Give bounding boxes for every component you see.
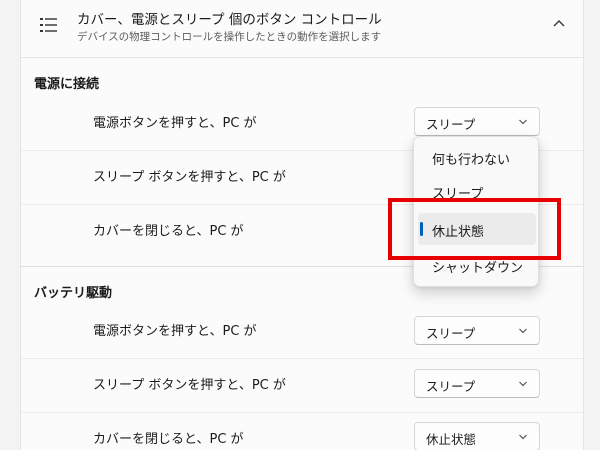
chevron-up-icon[interactable] xyxy=(551,16,567,32)
option-label: スリープ xyxy=(432,187,484,202)
option-label: シャットダウン xyxy=(432,261,524,276)
row-label: 電源ボタンを押すと、PC が xyxy=(93,116,257,131)
option-label: 休止状態 xyxy=(432,225,485,240)
selection-indicator xyxy=(420,222,423,236)
row-battery-power-button: 電源ボタンを押すと、PC が スリープ xyxy=(21,304,583,358)
dropdown-option-sleep[interactable]: スリープ xyxy=(418,175,536,207)
dropdown-menu: 何も行わない スリープ 休止状態 シャットダウン xyxy=(413,136,539,287)
row-label: スリープ ボタンを押すと、PC が xyxy=(93,170,286,185)
power-button-battery-combobox[interactable]: スリープ xyxy=(414,316,540,345)
expander-header[interactable]: カバー、電源とスリープ 個のボタン コントロール デバイスの物理コントロールを操… xyxy=(21,0,583,58)
row-label: 電源ボタンを押すと、PC が xyxy=(93,324,257,339)
combobox-value: スリープ xyxy=(426,326,476,341)
row-label: カバーを閉じると、PC が xyxy=(93,224,244,239)
dropdown-option-hibernate[interactable]: 休止状態 xyxy=(418,213,536,245)
section-title-battery: バッテリ駆動 xyxy=(34,286,113,301)
chevron-down-icon xyxy=(519,381,527,387)
list-icon xyxy=(40,18,57,32)
row-battery-lid-close: カバーを閉じると、PC が 休止状態 xyxy=(21,412,583,450)
dropdown-option-do-nothing[interactable]: 何も行わない xyxy=(418,141,536,173)
combobox-value: スリープ xyxy=(426,379,476,394)
option-label: 何も行わない xyxy=(432,153,511,168)
power-button-plugged-combobox[interactable]: スリープ xyxy=(414,107,540,136)
combobox-value: スリープ xyxy=(426,117,476,132)
row-battery-sleep-button: スリープ ボタンを押すと、PC が スリープ xyxy=(21,358,583,412)
row-label: スリープ ボタンを押すと、PC が xyxy=(93,378,286,393)
lid-close-battery-combobox[interactable]: 休止状態 xyxy=(414,422,540,450)
combobox-value: 休止状態 xyxy=(426,432,477,447)
expander-subtitle: デバイスの物理コントロールを操作したときの動作を選択します xyxy=(77,31,382,43)
chevron-down-icon xyxy=(519,328,527,334)
chevron-down-icon xyxy=(519,119,527,125)
section-title-plugged-in: 電源に接続 xyxy=(34,77,100,92)
chevron-down-icon xyxy=(519,434,527,440)
expander-title: カバー、電源とスリープ 個のボタン コントロール xyxy=(77,12,382,28)
row-label: カバーを閉じると、PC が xyxy=(93,432,244,447)
sleep-button-battery-combobox[interactable]: スリープ xyxy=(414,369,540,398)
dropdown-option-shutdown[interactable]: シャットダウン xyxy=(418,249,536,281)
